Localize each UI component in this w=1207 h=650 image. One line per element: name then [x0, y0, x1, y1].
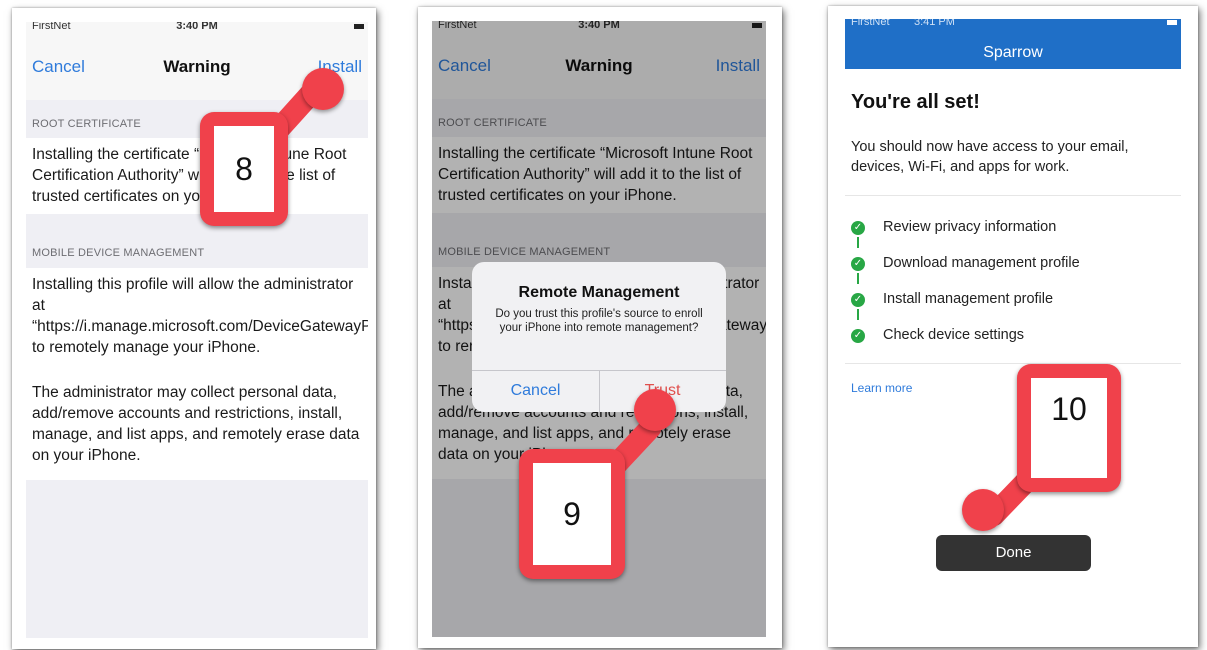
- alert-title: Remote Management: [518, 284, 680, 301]
- mdm-text-2: The administrator may collect personal d…: [32, 384, 360, 464]
- iphone-screen-all-set: FirstNet 3:41 PM Sparrow You're all set!…: [845, 19, 1181, 635]
- step-label: Download management profile: [883, 255, 1080, 271]
- carrier-label: FirstNet: [851, 19, 890, 28]
- screenshot-panel-3: FirstNet 3:41 PM Sparrow You're all set!…: [828, 6, 1198, 647]
- check-icon: ✓: [851, 257, 865, 271]
- check-icon: ✓: [851, 221, 865, 235]
- section-header-mdm: MOBILE DEVICE MANAGEMENT: [32, 247, 205, 259]
- battery-icon: [354, 24, 364, 29]
- check-icon: ✓: [851, 329, 865, 343]
- access-description: You should now have access to your email…: [851, 139, 1129, 175]
- callout-badge: 8: [200, 112, 288, 226]
- status-bar: FirstNet 3:40 PM: [26, 22, 368, 36]
- time-label: 3:41 PM: [913, 19, 955, 28]
- root-certificate-cell: Installing the certificate “Microsoft In…: [26, 138, 368, 214]
- callout-badge: 9: [519, 449, 625, 579]
- check-icon: ✓: [851, 293, 865, 307]
- step-label: Review privacy information: [883, 219, 1057, 235]
- root-certificate-text: Installing the certificate “Microsoft In…: [32, 146, 347, 205]
- done-button[interactable]: Done: [936, 535, 1091, 571]
- step-label: Install management profile: [883, 291, 1054, 307]
- time-label: 3:40 PM: [176, 22, 218, 32]
- remote-management-alert: Remote Management Do you trust this prof…: [472, 262, 726, 412]
- divider: [845, 195, 1181, 196]
- carrier-label: FirstNet: [32, 22, 71, 32]
- callout-dot: [634, 389, 676, 431]
- divider: [845, 363, 1181, 364]
- cancel-button[interactable]: Cancel: [32, 57, 85, 77]
- callout-number: 10: [1031, 378, 1107, 478]
- iphone-screen-warning: FirstNet 3:40 PM Cancel Warning Install …: [26, 22, 368, 638]
- mdm-cell: Installing this profile will allow the a…: [26, 268, 368, 480]
- callout-dot: [302, 68, 344, 110]
- sparrow-header: FirstNet 3:41 PM Sparrow: [845, 19, 1181, 69]
- section-header-root-certificate: ROOT CERTIFICATE: [32, 118, 141, 130]
- callout-number: 9: [533, 463, 611, 565]
- callout-badge: 10: [1017, 364, 1121, 492]
- status-bar: FirstNet 3:41 PM: [851, 19, 955, 28]
- battery-icon: [1167, 20, 1177, 25]
- app-title: Sparrow: [983, 44, 1043, 61]
- step-connector: [857, 309, 859, 320]
- screenshot-panel-1: FirstNet 3:40 PM Cancel Warning Install …: [12, 8, 376, 649]
- callout-number: 8: [214, 126, 274, 212]
- mdm-text: Installing this profile will allow the a…: [32, 276, 368, 356]
- learn-more-link[interactable]: Learn more: [851, 381, 912, 395]
- screenshot-panel-2: FirstNet 3:40 PM Cancel Warning Install …: [418, 7, 782, 648]
- alert-cancel-button[interactable]: Cancel: [472, 370, 599, 412]
- step-connector: [857, 273, 859, 284]
- page-title: You're all set!: [851, 91, 980, 113]
- step-label: Check device settings: [883, 327, 1025, 343]
- alert-message: Do you trust this profile's source to en…: [495, 308, 703, 334]
- callout-dot: [962, 489, 1004, 531]
- step-connector: [857, 237, 859, 248]
